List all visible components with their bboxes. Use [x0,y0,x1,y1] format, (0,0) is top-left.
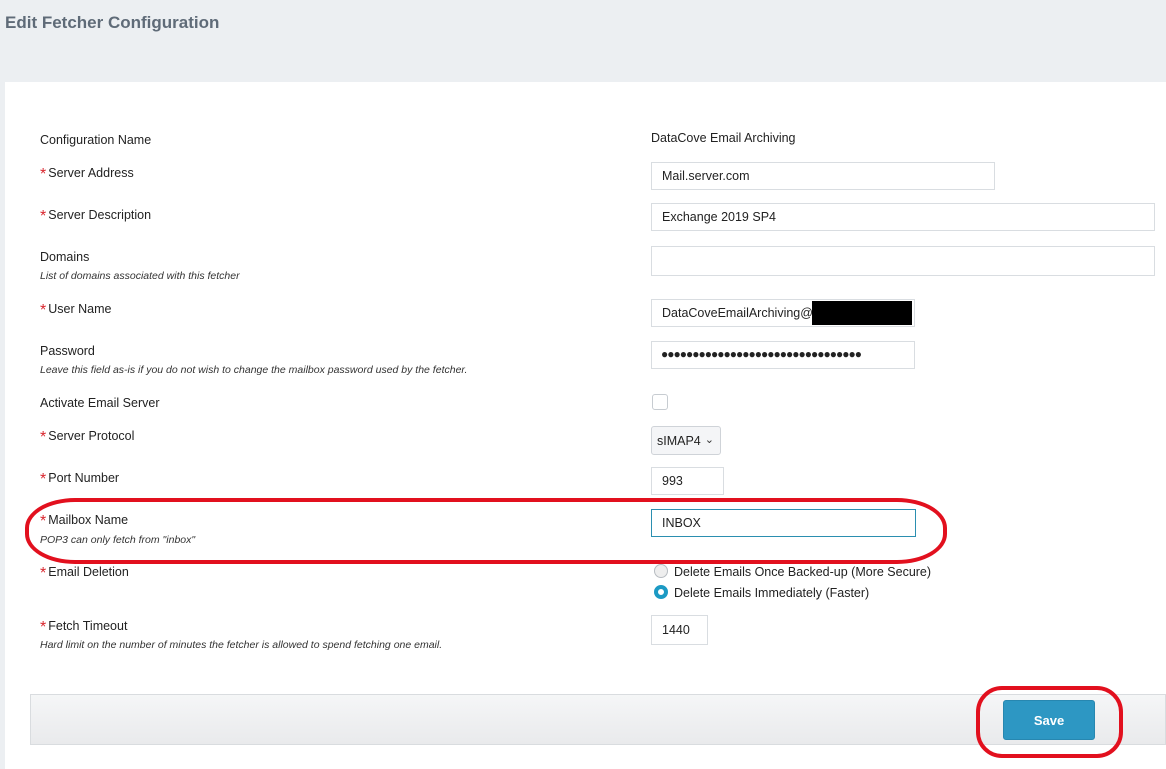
config-name-label: Configuration Name [40,133,152,147]
activate-email-server-checkbox[interactable] [652,394,668,410]
required-marker: * [40,619,47,636]
required-marker: * [40,565,47,582]
server-protocol-select[interactable]: sIMAP4 ⌄ [651,426,721,455]
required-marker: * [40,208,47,225]
config-name-value: DataCove Email Archiving [651,131,796,145]
fetch-timeout-help: Hard limit on the number of minutes the … [40,639,443,651]
required-marker: * [40,302,47,319]
password-mask: ●●●●●●●●●●●●●●●●●●●●●●●●●●●●●●●● [661,347,862,361]
email-deletion-option-backed-up[interactable]: Delete Emails Once Backed-up (More Secur… [654,563,931,580]
domains-label: Domains [40,250,90,264]
activate-email-server-label: Activate Email Server [40,396,160,410]
server-description-label: * Server Description [40,208,152,225]
server-address-label: * Server Address [40,166,134,183]
required-marker: * [40,429,47,446]
user-name-label: * User Name [40,302,112,319]
email-deletion-label: * Email Deletion [40,565,129,582]
redaction-block [812,301,912,325]
chevron-down-icon: ⌄ [704,434,714,446]
server-address-input[interactable] [651,162,995,190]
port-number-label: * Port Number [40,471,120,488]
domains-help: List of domains associated with this fet… [40,270,240,282]
email-deletion-option-immediately[interactable]: Delete Emails Immediately (Faster) [654,584,869,601]
domains-input[interactable] [651,246,1155,276]
required-marker: * [40,166,47,183]
port-number-input[interactable] [651,467,724,495]
radio-unselected-icon[interactable] [654,563,668,578]
fetch-timeout-input[interactable] [651,615,708,645]
server-protocol-value: sIMAP4 [657,434,701,448]
password-help: Leave this field as-is if you do not wis… [40,364,468,376]
fetch-timeout-label: * Fetch Timeout [40,619,128,636]
password-label: Password [40,344,95,358]
required-marker: * [40,471,47,488]
save-highlight-annotation [976,686,1123,758]
server-protocol-label: * Server Protocol [40,429,135,446]
mailbox-highlight-annotation [25,498,947,564]
radio-selected-icon[interactable] [654,584,668,599]
page-title: Edit Fetcher Configuration [5,13,220,32]
server-description-input[interactable] [651,203,1155,231]
